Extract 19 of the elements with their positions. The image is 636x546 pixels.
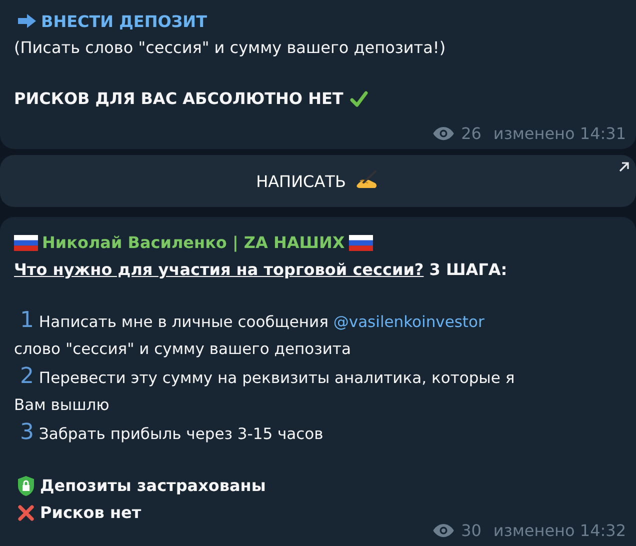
message-text: РИСКОВ ДЛЯ ВАС АБСОЛЮТНО НЕТ xyxy=(14,89,344,108)
heading-link[interactable]: ВНЕСТИ ДЕПОЗИТ xyxy=(41,12,207,30)
mention-link[interactable]: @vasilenkoinvestor xyxy=(333,313,484,331)
feature-text: Рисков нет xyxy=(40,503,142,522)
message-text: (Писать слово "сессия" и сумму вашего депозита!) xyxy=(14,37,447,59)
step-text: 3 Забрать прибыль через 3-15 часов xyxy=(19,419,324,447)
question-text: Что нужно для участия на торговой сессии? 3 ШАГА: xyxy=(14,259,508,281)
feature-text: Депозиты застрахованы xyxy=(40,476,266,495)
step-number: 2 xyxy=(20,364,34,389)
edited-time: изменено 14:31 xyxy=(493,124,626,143)
step-number: 1 xyxy=(20,308,34,333)
step-text: 1 Написать мне в личные сообщения @vasilenkoinvestor слово "сессия" и сумму вашего депозита xyxy=(14,307,486,360)
view-count: 30 xyxy=(461,521,482,540)
edited-time: изменено 14:32 xyxy=(493,521,626,540)
step-text: 2 Перевести эту сумму на реквизиты аналитика, которые я Вам вышлю xyxy=(14,363,516,416)
step-number: 3 xyxy=(20,420,34,445)
author-name[interactable]: Николай Василенко | ZA НАШИХ xyxy=(42,233,345,252)
view-count: 26 xyxy=(461,124,482,143)
write-button[interactable]: НАПИСАТЬ xyxy=(0,155,636,207)
